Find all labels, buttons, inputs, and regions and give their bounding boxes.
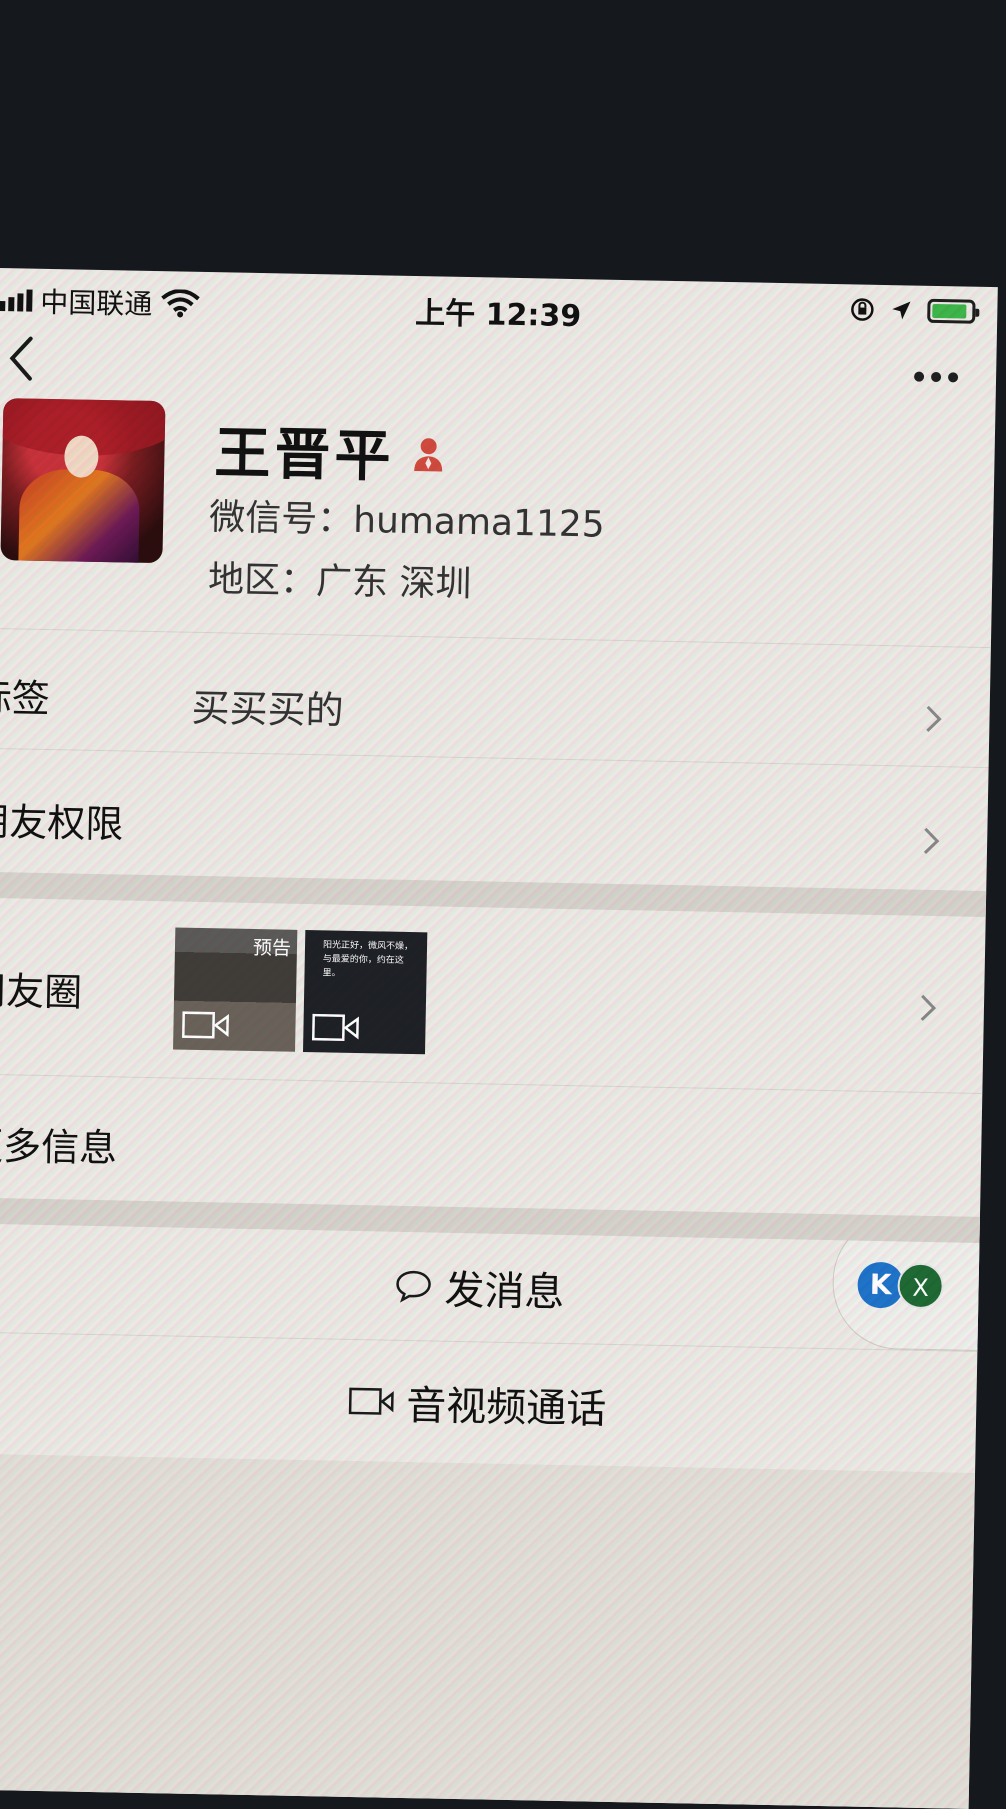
- moments-row[interactable]: 朋友圈 预告 阳光正好，微风不燥，与最爱的你，约在这里。: [0, 898, 986, 1093]
- video-call-button[interactable]: 音视频通话: [0, 1344, 977, 1463]
- region: 地区：广东 深圳: [207, 559, 472, 606]
- send-message-label: 发消息: [444, 1267, 565, 1317]
- thumb-badge: 预告: [252, 936, 292, 960]
- send-message-button[interactable]: 发消息: [0, 1228, 979, 1347]
- tags-label: 标签: [0, 675, 51, 722]
- tags-row[interactable]: 标签 买买买的: [0, 627, 991, 769]
- more-dots-icon[interactable]: [913, 371, 959, 383]
- thumb-caption: 阳光正好，微风不燥，与最爱的你，约在这里。: [322, 940, 414, 979]
- moments-thumb[interactable]: 预告: [173, 927, 298, 1052]
- moments-label: 朋友圈: [0, 968, 83, 1015]
- chevron-right-icon: [926, 705, 942, 732]
- video-icon: [182, 1011, 229, 1039]
- battery-icon: [927, 298, 976, 324]
- location-icon: [892, 301, 911, 320]
- person-icon: [414, 437, 443, 472]
- wechat-id: 微信号：humama1125: [208, 497, 606, 546]
- video-icon: [311, 1013, 359, 1042]
- moments-permission-label: 朋友权限: [0, 799, 124, 847]
- moments-permission-row[interactable]: 朋友权限: [0, 747, 989, 893]
- avatar[interactable]: [0, 398, 166, 564]
- phone-screen: 中国联通 上午 12:39 王晋平 微信号：humama1125 地区：广东 深…: [0, 268, 998, 1809]
- chevron-right-icon: [923, 827, 940, 854]
- more-info-row[interactable]: 更多信息: [0, 1073, 983, 1218]
- video-camera-icon: [348, 1387, 394, 1415]
- profile-header: 王晋平 微信号：humama1125 地区：广东 深圳: [0, 398, 995, 637]
- chat-bubble-icon: [396, 1270, 431, 1303]
- more-info-label: 更多信息: [0, 1123, 118, 1171]
- rotation-lock-icon: [851, 298, 874, 321]
- name-row: 王晋平: [214, 408, 450, 493]
- bottom-area: [0, 1453, 976, 1809]
- tags-value: 买买买的: [191, 685, 345, 733]
- chevron-left-icon[interactable]: [2, 328, 43, 389]
- contact-name: 王晋平: [213, 421, 396, 490]
- moments-thumb[interactable]: 阳光正好，微风不燥，与最爱的你，约在这里。: [303, 929, 428, 1055]
- chevron-right-icon: [920, 994, 937, 1021]
- video-call-label: 音视频通话: [405, 1383, 607, 1433]
- status-right: [849, 296, 976, 324]
- battery-fill: [932, 303, 967, 319]
